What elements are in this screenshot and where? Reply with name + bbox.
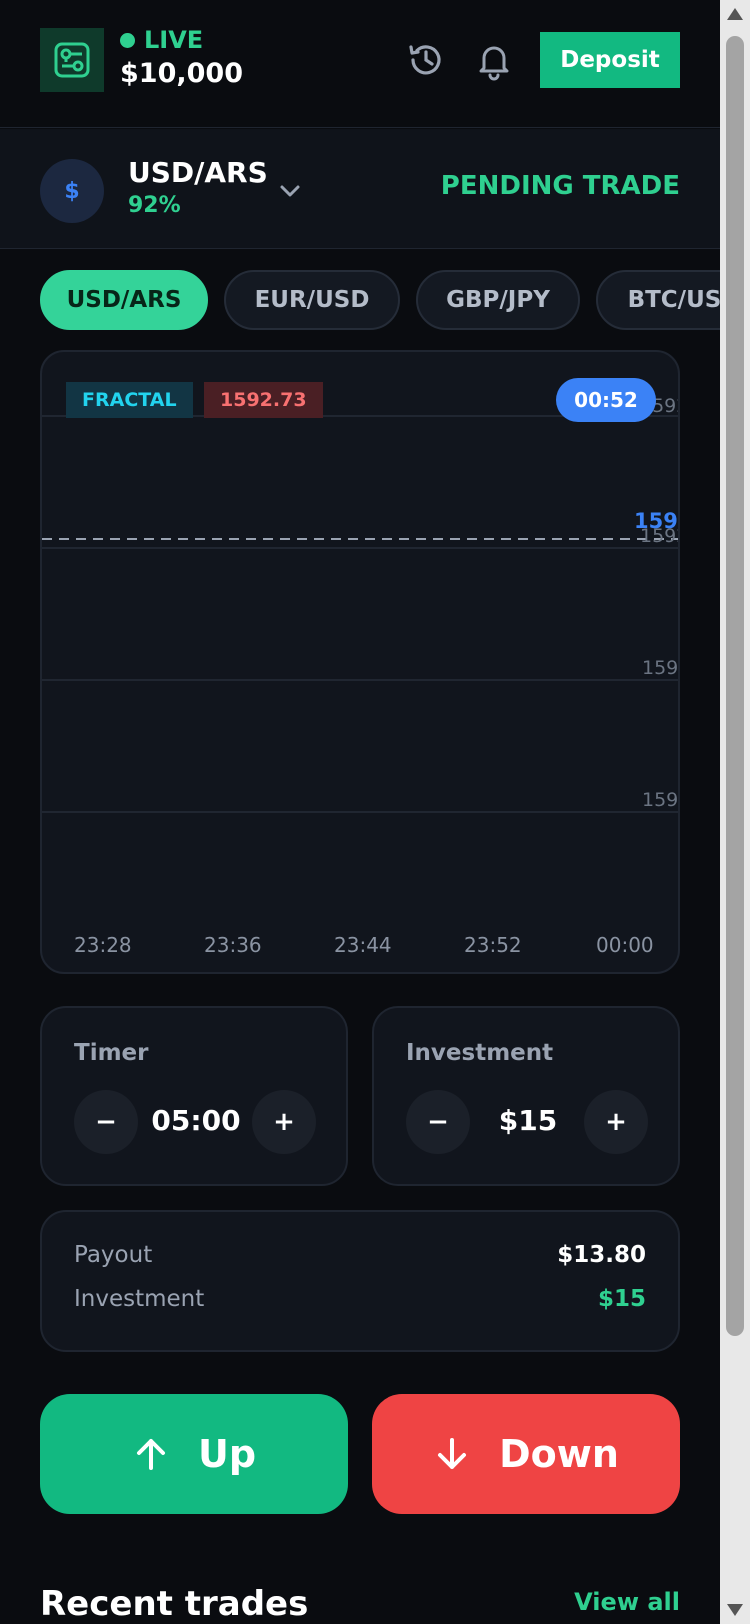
recent-trades-title: Recent trades [40,1584,309,1624]
current-price-label: 1592 [634,509,680,533]
fractal-indicator-badge[interactable]: FRACTAL [66,382,193,418]
payout-row: Payout $13.80 [74,1242,646,1268]
investment-summary-value: $15 [597,1286,646,1312]
scrollbar[interactable] [720,0,750,1624]
tab-eur-usd[interactable]: EUR/USD [224,270,400,330]
timer-decrease-button[interactable]: − [74,1090,138,1154]
y-tick-label: 1592 [642,657,680,679]
scroll-down-arrow-icon[interactable] [727,1604,743,1616]
pair-tabs: USD/ARS EUR/USD GBP/JPY BTC/USD [40,270,720,330]
down-button[interactable]: Down [372,1394,680,1514]
view-all-link[interactable]: View all [574,1588,680,1616]
tab-gbp-jpy[interactable]: GBP/JPY [416,270,580,330]
deposit-button[interactable]: Deposit [540,32,680,88]
timer-value: 05:00 [151,1104,241,1137]
x-tick-label: 00:00 [596,933,654,957]
tab-btc-usd[interactable]: BTC/USD [596,270,720,330]
price-badge: 1592.73 [204,382,323,418]
x-tick-label: 23:36 [204,933,262,957]
live-label: LIVE [144,26,204,54]
x-tick-label: 23:52 [464,933,522,957]
dollar-icon: $ [40,159,104,223]
bell-icon[interactable] [472,38,516,82]
x-tick-label: 23:28 [74,933,132,957]
selected-pair-payout: 92% [128,193,181,218]
payout-value: $13.80 [557,1242,646,1268]
pending-trade-status: PENDING TRADE [440,171,680,201]
investment-control: Investment − $15 + [372,1006,680,1186]
investment-summary-label: Investment [74,1286,205,1312]
tab-usd-ars[interactable]: USD/ARS [40,270,208,330]
arrow-up-icon [136,1439,165,1470]
top-header: LIVE $10,000 Deposit [0,0,720,128]
account-balance: $10,000 [120,58,243,89]
countdown-pill: 00:52 [556,378,656,422]
down-label: Down [499,1432,619,1476]
investment-title: Investment [406,1040,554,1066]
selected-pair-name: USD/ARS [128,156,268,189]
timer-title: Timer [74,1040,149,1066]
live-dot-icon [120,32,135,48]
investment-row: Investment $15 [74,1286,646,1312]
chevron-down-icon[interactable] [276,177,304,205]
live-indicator: LIVE [120,26,203,54]
timer-increase-button[interactable]: + [252,1090,316,1154]
investment-increase-button[interactable]: + [584,1090,648,1154]
history-icon[interactable] [404,38,448,82]
trade-summary: Payout $13.80 Investment $15 [40,1210,680,1352]
payout-label: Payout [74,1242,153,1268]
scrollbar-thumb[interactable] [726,36,744,1336]
investment-decrease-button[interactable]: − [406,1090,470,1154]
arrow-down-icon [438,1438,467,1469]
grid-logo-icon[interactable] [40,28,104,92]
trading-app: LIVE $10,000 Deposit $ USD/ARS 92% PENDI… [0,0,720,1624]
asset-selector-bar[interactable]: $ USD/ARS 92% PENDING TRADE [0,129,720,249]
timer-control: Timer − 05:00 + [40,1006,348,1186]
investment-value: $15 [498,1104,558,1137]
scroll-up-arrow-icon[interactable] [727,8,743,20]
x-tick-label: 23:44 [334,933,392,957]
up-label: Up [197,1432,257,1476]
y-tick-label: 1592 [642,789,680,811]
chart-svg: 1592 1592 1592 1592 1592 23:28 23:36 23:… [42,395,680,957]
price-chart[interactable]: 1592 1592 1592 1592 1592 23:28 23:36 23:… [40,350,680,974]
up-button[interactable]: Up [40,1394,348,1514]
